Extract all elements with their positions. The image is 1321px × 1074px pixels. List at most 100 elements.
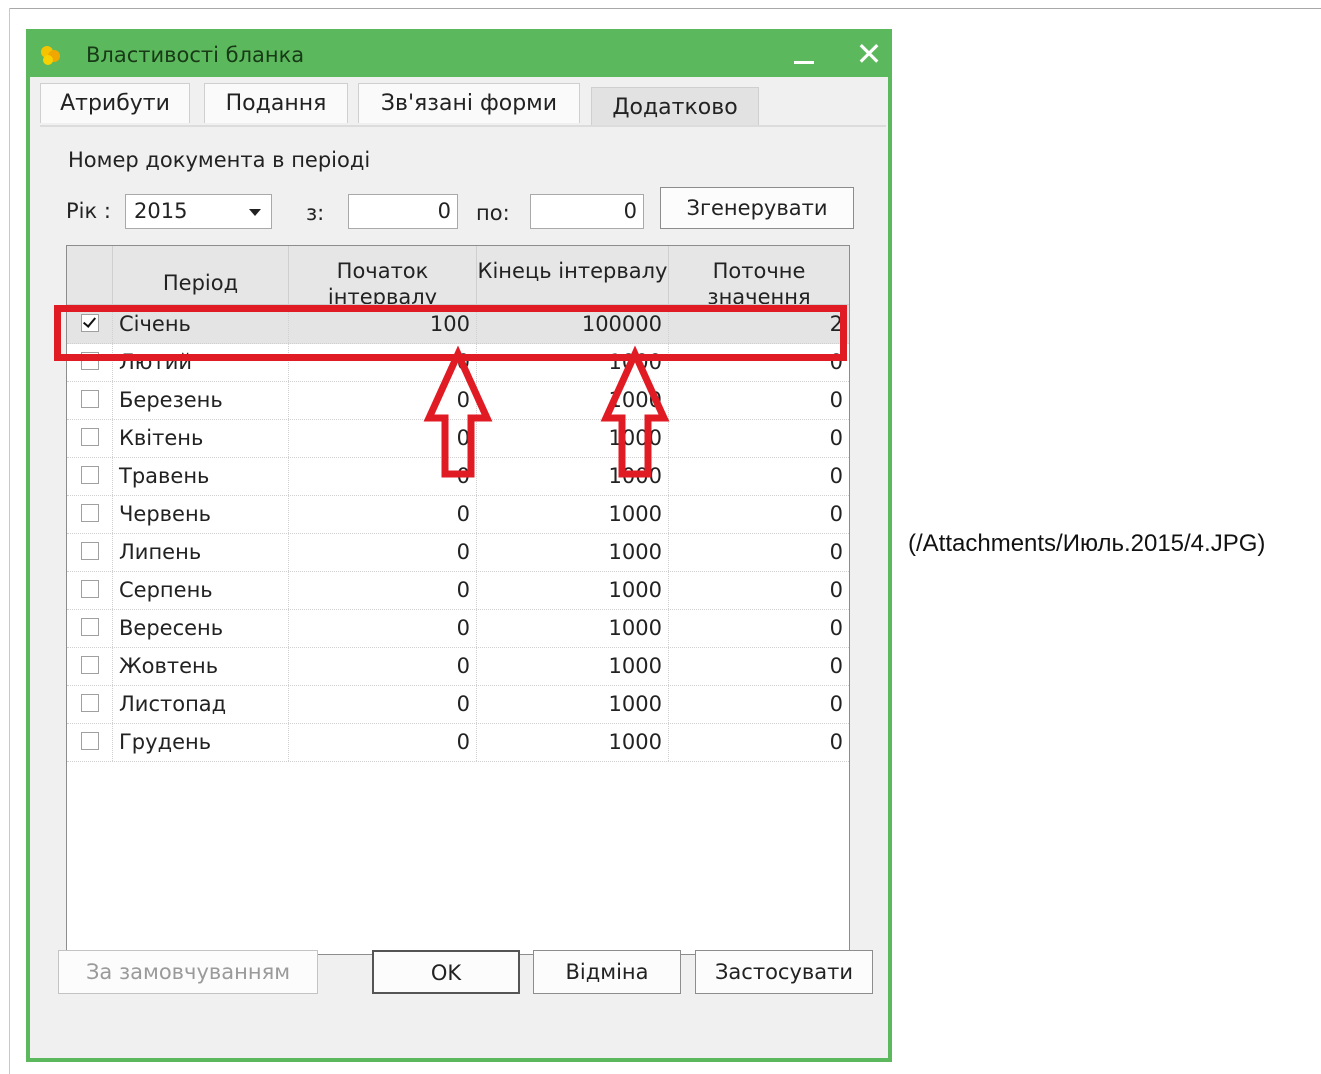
start-cell[interactable]: 0	[289, 343, 477, 381]
title-bar[interactable]: Властивості бланка ✕	[30, 33, 888, 77]
current-cell[interactable]: 0	[669, 343, 849, 381]
end-cell[interactable]: 1000	[477, 723, 669, 761]
end-cell[interactable]: 1000	[477, 571, 669, 609]
row-checkbox[interactable]	[81, 580, 99, 598]
row-checkbox[interactable]	[81, 390, 99, 408]
row-checkbox[interactable]	[81, 314, 99, 332]
current-cell[interactable]: 0	[669, 495, 849, 533]
current-cell[interactable]: 0	[669, 457, 849, 495]
start-cell[interactable]: 0	[289, 571, 477, 609]
current-cell[interactable]: 0	[669, 647, 849, 685]
end-cell[interactable]: 1000	[477, 457, 669, 495]
apply-button[interactable]: Застосувати	[695, 950, 873, 994]
ok-button[interactable]: OK	[372, 950, 520, 994]
cancel-button[interactable]: Відміна	[533, 950, 681, 994]
start-cell[interactable]: 0	[289, 609, 477, 647]
end-cell[interactable]: 100000	[477, 305, 669, 343]
table-row[interactable]: Січень 100 100000 2	[67, 305, 849, 344]
minimize-button[interactable]	[790, 39, 820, 69]
end-cell[interactable]: 1000	[477, 495, 669, 533]
tab-presentation[interactable]: Подання	[204, 83, 348, 123]
table-row[interactable]: Листопад 0 1000 0	[67, 685, 849, 724]
header-current[interactable]: Поточне значення	[669, 246, 849, 304]
row-checkbox[interactable]	[81, 732, 99, 750]
period-cell[interactable]: Лютий	[113, 343, 289, 381]
period-cell[interactable]: Червень	[113, 495, 289, 533]
row-checkbox[interactable]	[81, 466, 99, 484]
tab-attributes[interactable]: Атрибути	[40, 83, 190, 123]
row-checkbox[interactable]	[81, 352, 99, 370]
current-cell[interactable]: 0	[669, 609, 849, 647]
period-cell[interactable]: Липень	[113, 533, 289, 571]
from-input[interactable]: 0	[348, 194, 458, 229]
period-cell[interactable]: Травень	[113, 457, 289, 495]
end-cell[interactable]: 1000	[477, 343, 669, 381]
table-row[interactable]: Червень 0 1000 0	[67, 495, 849, 534]
tab-additional[interactable]: Додатково	[591, 87, 759, 125]
checkbox-cell	[67, 457, 113, 495]
row-checkbox[interactable]	[81, 542, 99, 560]
close-button[interactable]: ✕	[852, 35, 886, 73]
checkbox-cell	[67, 723, 113, 761]
background-rule	[9, 8, 10, 1074]
start-cell[interactable]: 0	[289, 647, 477, 685]
to-input[interactable]: 0	[530, 194, 644, 229]
row-checkbox[interactable]	[81, 504, 99, 522]
table-row[interactable]: Грудень 0 1000 0	[67, 723, 849, 762]
period-cell[interactable]: Березень	[113, 381, 289, 419]
current-cell[interactable]: 0	[669, 685, 849, 723]
table-row[interactable]: Серпень 0 1000 0	[67, 571, 849, 610]
end-cell[interactable]: 1000	[477, 685, 669, 723]
table-row[interactable]: Липень 0 1000 0	[67, 533, 849, 572]
table-row[interactable]: Травень 0 1000 0	[67, 457, 849, 496]
current-cell[interactable]: 0	[669, 723, 849, 761]
start-cell[interactable]: 0	[289, 381, 477, 419]
current-cell[interactable]: 0	[669, 381, 849, 419]
header-end[interactable]: Кінець інтервалу	[477, 246, 669, 304]
end-cell[interactable]: 1000	[477, 381, 669, 419]
end-cell[interactable]: 1000	[477, 609, 669, 647]
end-cell[interactable]: 1000	[477, 419, 669, 457]
start-cell[interactable]: 0	[289, 457, 477, 495]
start-cell[interactable]: 0	[289, 685, 477, 723]
defaults-button[interactable]: За замовчуванням	[58, 950, 318, 994]
header-checkbox-column	[67, 246, 113, 304]
year-select[interactable]: 2015	[125, 194, 272, 229]
chevron-down-icon[interactable]	[249, 209, 261, 216]
period-cell[interactable]: Жовтень	[113, 647, 289, 685]
end-cell[interactable]: 1000	[477, 533, 669, 571]
row-checkbox[interactable]	[81, 428, 99, 446]
row-checkbox[interactable]	[81, 618, 99, 636]
table-header: Період Початок інтервалу Кінець інтервал…	[67, 246, 849, 305]
current-cell[interactable]: 0	[669, 571, 849, 609]
current-cell[interactable]: 0	[669, 419, 849, 457]
current-cell[interactable]: 0	[669, 533, 849, 571]
period-cell[interactable]: Серпень	[113, 571, 289, 609]
generate-button[interactable]: Згенерувати	[660, 187, 854, 229]
row-checkbox[interactable]	[81, 656, 99, 674]
table-row[interactable]: Вересень 0 1000 0	[67, 609, 849, 648]
current-cell[interactable]: 2	[669, 305, 849, 343]
start-cell[interactable]: 0	[289, 419, 477, 457]
table-row[interactable]: Березень 0 1000 0	[67, 381, 849, 420]
end-cell[interactable]: 1000	[477, 647, 669, 685]
start-cell[interactable]: 0	[289, 723, 477, 761]
period-cell[interactable]: Січень	[113, 305, 289, 343]
table-row[interactable]: Квітень 0 1000 0	[67, 419, 849, 458]
table-row[interactable]: Жовтень 0 1000 0	[67, 647, 849, 686]
period-cell[interactable]: Вересень	[113, 609, 289, 647]
period-cell[interactable]: Грудень	[113, 723, 289, 761]
start-cell[interactable]: 100	[289, 305, 477, 343]
tab-linked-forms[interactable]: Зв'язані форми	[358, 83, 580, 123]
header-start[interactable]: Початок інтервалу	[289, 246, 477, 304]
row-checkbox[interactable]	[81, 694, 99, 712]
start-cell[interactable]: 0	[289, 495, 477, 533]
period-cell[interactable]: Квітень	[113, 419, 289, 457]
checkbox-cell	[67, 685, 113, 723]
header-period[interactable]: Період	[113, 246, 289, 304]
start-cell[interactable]: 0	[289, 533, 477, 571]
period-cell[interactable]: Листопад	[113, 685, 289, 723]
checkbox-cell	[67, 571, 113, 609]
table-row[interactable]: Лютий 0 1000 0	[67, 343, 849, 382]
from-label: з:	[306, 201, 325, 225]
